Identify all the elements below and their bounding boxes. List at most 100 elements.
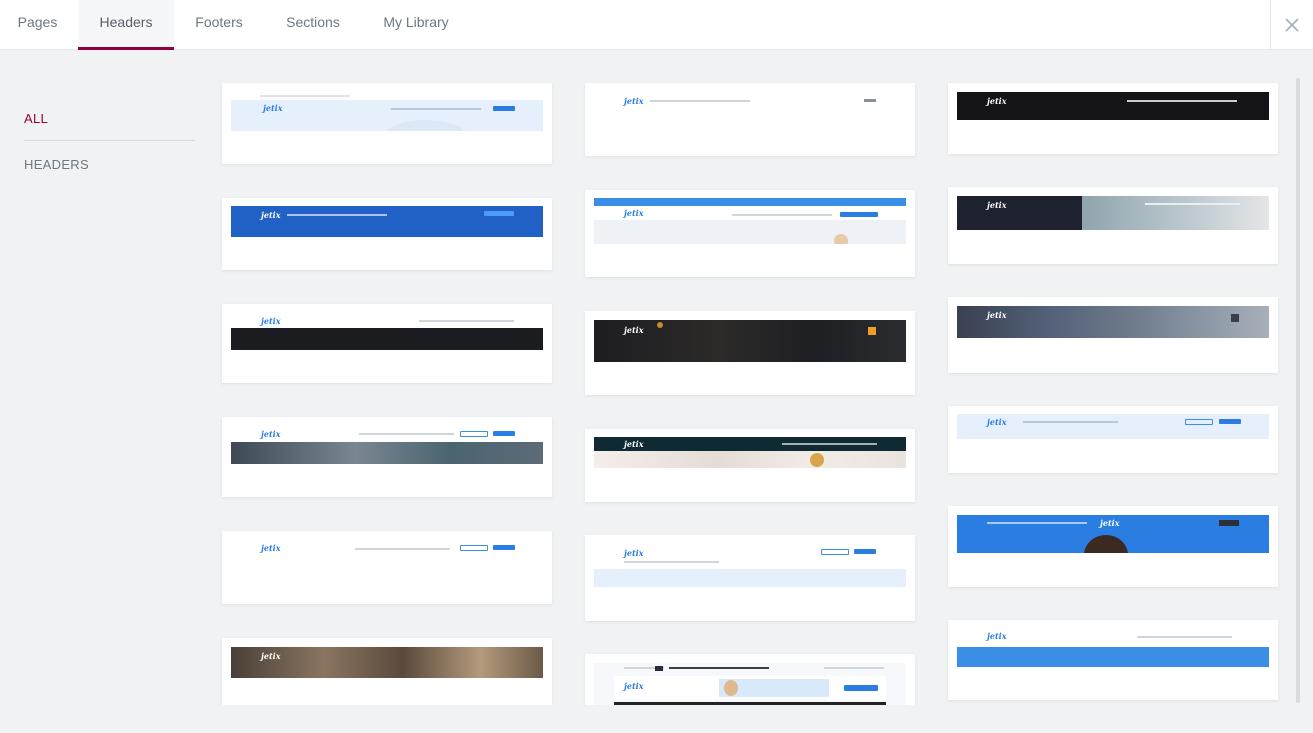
tab-pages[interactable]: Pages [0, 0, 75, 50]
template-nav [391, 108, 481, 110]
template-thumbnail: jetix [957, 306, 1269, 338]
template-thumbnail: jetix [594, 320, 906, 362]
template-button [460, 431, 488, 437]
template-thumbnail: jetix [957, 629, 1269, 667]
template-card[interactable]: jetix [585, 429, 915, 502]
template-card[interactable]: jetix [585, 83, 915, 156]
template-button [821, 549, 849, 555]
template-thumbnail: jetix [957, 414, 1269, 439]
template-logo: jetix [624, 325, 644, 335]
template-card[interactable]: jetix [585, 190, 915, 277]
template-nav [1023, 421, 1118, 423]
template-logo: jetix [624, 548, 644, 558]
template-card[interactable]: jetix [585, 654, 915, 705]
filter-headers[interactable]: HEADERS [24, 157, 89, 172]
template-thumbnail: jetix [594, 92, 906, 122]
template-button [1219, 520, 1239, 526]
template-card[interactable]: jetix [948, 187, 1278, 264]
template-footer-line [614, 702, 886, 705]
template-logo: jetix [624, 208, 644, 218]
template-topbar-right [824, 667, 884, 669]
filter-all[interactable]: ALL [24, 111, 48, 126]
template-nav [987, 522, 1087, 524]
template-logo: jetix [987, 310, 1007, 320]
template-card[interactable]: jetix [948, 406, 1278, 473]
template-card[interactable]: jetix [585, 535, 915, 621]
template-thumbnail: jetix [231, 100, 543, 131]
template-icons [864, 99, 876, 102]
template-button [484, 211, 514, 216]
template-button [460, 545, 488, 551]
tab-my-library[interactable]: My Library [364, 0, 468, 50]
template-logo: jetix [987, 200, 1007, 210]
template-nav [419, 320, 514, 322]
template-thumbnail: jetix [231, 314, 543, 350]
template-thumbnail: jetix [231, 206, 543, 237]
template-button [840, 212, 878, 217]
template-logo: jetix [261, 210, 281, 220]
close-button[interactable] [1270, 0, 1313, 50]
template-card[interactable]: jetix [222, 638, 552, 705]
template-button [1185, 419, 1213, 425]
template-grid: jetix jetix jetix jetix jetix jetix jeti… [200, 50, 1299, 705]
filter-divider [24, 140, 195, 141]
template-nav [359, 433, 454, 435]
template-topbar [594, 198, 906, 206]
template-thumbnail: jetix [957, 196, 1269, 230]
template-nav [624, 561, 719, 563]
template-thumbnail: jetix [231, 539, 543, 579]
template-card[interactable]: jetix [222, 417, 552, 497]
template-button [493, 106, 515, 111]
template-topbar [260, 95, 350, 97]
template-shape [386, 120, 466, 131]
template-card[interactable]: jetix [222, 531, 552, 604]
template-card[interactable]: jetix [585, 311, 915, 395]
template-person [1084, 535, 1128, 553]
template-thumbnail: jetix [231, 427, 543, 464]
template-thumbnail: jetix [231, 647, 543, 678]
template-card[interactable]: jetix [222, 304, 552, 383]
tab-sections[interactable]: Sections [266, 0, 360, 50]
template-button [854, 549, 876, 554]
template-hero [957, 647, 1269, 667]
template-logo: jetix [261, 543, 281, 553]
template-thumbnail: jetix [594, 663, 906, 705]
template-nav [782, 443, 877, 445]
template-card[interactable]: jetix [948, 506, 1278, 587]
template-hero [231, 328, 543, 350]
template-thumbnail: jetix [594, 198, 906, 244]
template-logo: jetix [261, 316, 281, 326]
close-icon [1285, 18, 1299, 32]
template-nav [732, 214, 832, 216]
template-logo: jetix [624, 439, 644, 449]
template-logo: jetix [261, 429, 281, 439]
template-thumbnail: jetix [594, 437, 906, 468]
template-button [868, 327, 876, 335]
template-card[interactable]: jetix [222, 83, 552, 164]
tab-footers[interactable]: Footers [176, 0, 262, 50]
template-nav [650, 100, 750, 102]
template-button [493, 545, 515, 550]
template-headline [669, 667, 769, 669]
template-button [844, 685, 878, 691]
template-card[interactable]: jetix [948, 620, 1278, 700]
template-logo: jetix [263, 103, 283, 113]
template-thumbnail: jetix [957, 92, 1269, 120]
template-hero [231, 442, 543, 464]
template-lamp [810, 453, 824, 467]
template-person [834, 234, 848, 244]
template-card[interactable]: jetix [948, 83, 1278, 154]
template-person [724, 680, 738, 696]
template-logo: jetix [624, 96, 644, 106]
template-card[interactable]: jetix [948, 297, 1278, 373]
template-logo: jetix [987, 631, 1007, 641]
template-nav [1137, 636, 1232, 638]
template-card[interactable]: jetix [222, 198, 552, 270]
template-logo: jetix [624, 681, 644, 691]
template-button [1219, 419, 1241, 424]
template-library-header: Pages Headers Footers Sections My Librar… [0, 0, 1313, 50]
tab-headers[interactable]: Headers [78, 0, 174, 50]
template-thumb-image [655, 666, 663, 671]
template-nav [355, 548, 450, 550]
template-hero [594, 569, 906, 587]
